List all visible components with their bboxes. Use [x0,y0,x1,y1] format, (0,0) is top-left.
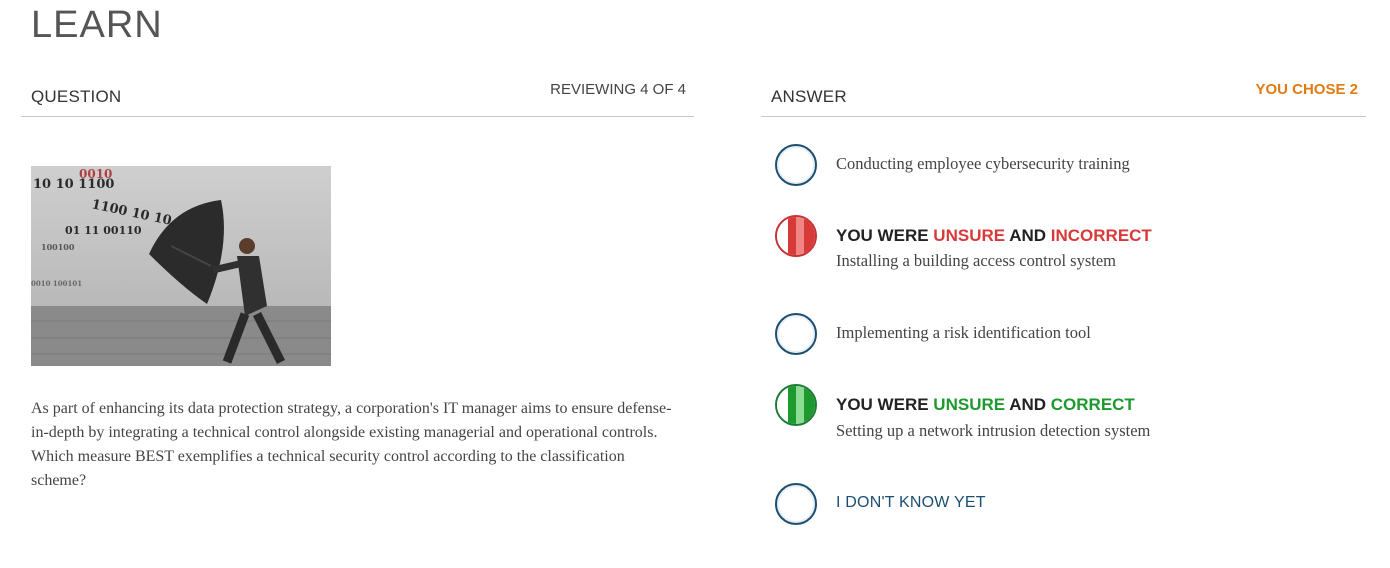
answer-text: Setting up a network intrusion detection… [836,421,1151,440]
businessman-umbrella-icon: 0010 10 10 1100 1100 10 10 01 11 00110 1… [31,166,331,366]
status-join: AND [1009,395,1047,414]
question-text: As part of enhancing its data protection… [31,400,672,489]
question-image: 0010 10 10 1100 1100 10 10 01 11 00110 1… [31,166,331,366]
radio-button[interactable] [775,144,817,186]
answer-label: ANSWER [771,87,847,106]
radio-button[interactable] [775,313,817,355]
status-confidence: UNSURE [933,226,1006,245]
binary-text: 10 10 1100 [33,177,114,192]
binary-text: 100100 [41,242,75,252]
answer-text: Implementing a risk identification tool [836,323,1091,342]
answer-status: YOU WERE UNSURE AND CORRECT [836,395,1135,415]
correct-marker-icon[interactable] [775,384,817,426]
radio-button[interactable] [775,483,817,525]
answer-text: Conducting employee cybersecurity traini… [836,154,1130,173]
status-prefix: YOU WERE [836,226,929,245]
status-result: INCORRECT [1050,226,1152,245]
answer-text: Installing a building access control sys… [836,251,1116,270]
question-label: QUESTION [31,87,122,106]
status-result: CORRECT [1050,395,1135,414]
answer-header: ANSWER YOU CHOSE 2 [761,78,1366,117]
binary-text: 01 11 00110 [65,224,142,237]
incorrect-marker-icon[interactable] [775,215,817,257]
answer-status: YOU WERE UNSURE AND INCORRECT [836,226,1152,246]
status-join: AND [1009,226,1047,245]
binary-text: 0010 100101 [31,279,82,288]
question-header: QUESTION REVIEWING 4 OF 4 [21,78,694,117]
status-confidence: UNSURE [933,395,1006,414]
page-title: LEARN [31,4,163,46]
status-prefix: YOU WERE [836,395,929,414]
dont-know-label[interactable]: I DON'T KNOW YET [836,494,986,512]
review-progress: REVIEWING 4 OF 4 [550,81,686,98]
chosen-answer-indicator: YOU CHOSE 2 [1255,81,1358,98]
